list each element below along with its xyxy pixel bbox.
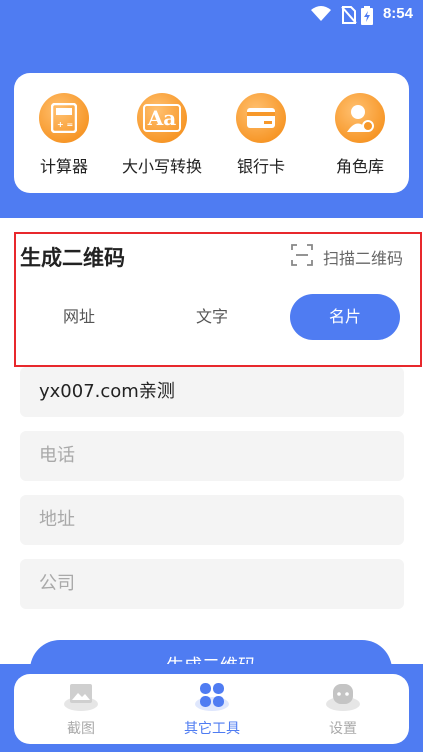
person-icon xyxy=(335,93,385,143)
svg-text:+ =: + = xyxy=(57,120,73,129)
settings-icon xyxy=(325,680,361,712)
name-field[interactable]: yx007.com亲测 xyxy=(20,367,404,417)
tab-business-card[interactable]: 名片 xyxy=(290,294,400,340)
bottom-nav-card: 截图 其它工具 设置 xyxy=(14,674,409,744)
nav-item-other-tools[interactable]: 其它工具 xyxy=(162,680,262,738)
letter-case-icon: Aa xyxy=(137,93,187,143)
battery-charging-icon xyxy=(361,6,373,29)
tool-label: 银行卡 xyxy=(236,157,285,176)
tool-character-library[interactable]: 角色库 xyxy=(310,93,410,177)
tab-text[interactable]: 文字 xyxy=(153,294,271,340)
tool-label: 大小写转换 xyxy=(121,157,202,176)
tool-letter-case[interactable]: Aa 大小写转换 xyxy=(112,93,212,177)
status-time: 8:54 xyxy=(382,5,413,22)
tool-label: 角色库 xyxy=(335,157,384,176)
qr-type-tabs: 网址 文字 名片 xyxy=(20,294,400,340)
no-sim-icon xyxy=(341,6,357,28)
nav-label: 其它工具 xyxy=(184,721,240,737)
tool-bank-card[interactable]: 银行卡 xyxy=(211,93,311,177)
tool-label: 计算器 xyxy=(39,157,88,176)
tools-card: + = 计算器 Aa 大小写转换 银行卡 角色库 xyxy=(14,73,409,193)
status-bar: 8:54 xyxy=(0,0,423,30)
other-tools-icon xyxy=(194,680,230,712)
scan-qr-button[interactable]: 扫描二维码 xyxy=(291,244,403,270)
nav-label: 设置 xyxy=(329,721,357,737)
calculator-icon: + = xyxy=(39,93,89,143)
scan-icon xyxy=(291,244,313,270)
qr-section-title: 生成二维码 xyxy=(20,246,125,270)
scan-label: 扫描二维码 xyxy=(322,249,403,268)
wifi-icon xyxy=(311,6,331,26)
nav-label: 截图 xyxy=(67,721,95,737)
tool-calculator[interactable]: + = 计算器 xyxy=(14,93,114,177)
bank-card-icon xyxy=(236,93,286,143)
phone-field[interactable]: 电话 xyxy=(20,431,404,481)
nav-item-screenshot[interactable]: 截图 xyxy=(31,680,131,738)
company-field[interactable]: 公司 xyxy=(20,559,404,609)
nav-item-settings[interactable]: 设置 xyxy=(293,680,393,738)
tab-url[interactable]: 网址 xyxy=(20,294,138,340)
bottom-nav: 截图 其它工具 设置 xyxy=(0,664,423,752)
screenshot-icon xyxy=(63,680,99,712)
address-field[interactable]: 地址 xyxy=(20,495,404,545)
